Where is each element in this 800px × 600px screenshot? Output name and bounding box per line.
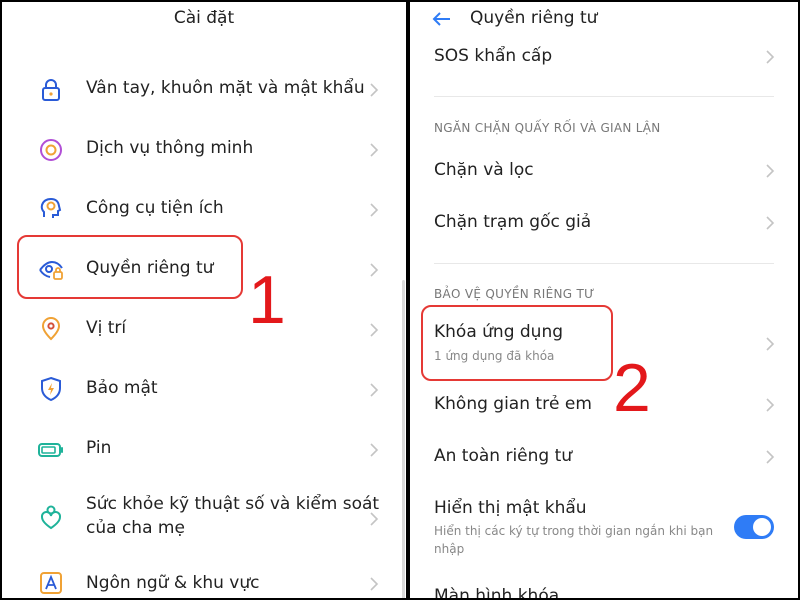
item-lock-screen[interactable]: Màn hình khóa: [410, 578, 798, 598]
settings-item-security[interactable]: Bảo mật: [2, 364, 406, 416]
chevron-right-icon: [370, 383, 379, 397]
item-label: Chặn trạm gốc giả: [434, 212, 592, 232]
highlight-box-app-lock: [421, 305, 613, 381]
chevron-right-icon: [370, 203, 379, 217]
settings-item-label: Dịch vụ thông minh: [86, 138, 254, 158]
item-label: Chặn và lọc: [434, 160, 534, 180]
settings-item-label: Vân tay, khuôn mặt và mật khẩu: [86, 78, 365, 98]
chevron-right-icon: [766, 337, 775, 351]
step-number-2: 2: [613, 350, 651, 426]
toggle-knob: [753, 518, 771, 536]
settings-item-label: Công cụ tiện ích: [86, 198, 224, 218]
item-sos[interactable]: SOS khẩn cấp: [410, 38, 798, 78]
section-header: BẢO VỆ QUYỀN RIÊNG TƯ: [434, 287, 595, 301]
divider: [434, 96, 774, 97]
item-label: An toàn riêng tư: [434, 446, 573, 466]
location-pin-icon: [41, 317, 61, 341]
settings-item-label: Vị trí: [86, 318, 127, 338]
scrollbar[interactable]: [402, 280, 405, 598]
shield-bolt-icon: [41, 376, 61, 402]
settings-item-label: Pin: [86, 438, 112, 458]
settings-item-smart-service[interactable]: Dịch vụ thông minh: [2, 124, 406, 176]
item-subtitle-line2: nhập: [434, 542, 465, 556]
divider: [434, 263, 774, 264]
lock-icon: [42, 79, 60, 101]
settings-panel: Cài đặt Vân tay, khuôn mặt và mật khẩu D…: [2, 2, 406, 598]
language-icon: [40, 572, 62, 594]
back-arrow-icon[interactable]: [430, 7, 454, 31]
page-title: Quyền riêng tư: [470, 8, 598, 28]
smart-service-icon: [40, 139, 62, 161]
settings-item-battery[interactable]: Pin: [2, 424, 406, 476]
settings-item-location[interactable]: Vị trí: [2, 304, 406, 356]
chevron-right-icon: [370, 263, 379, 277]
settings-item-fingerprint[interactable]: Vân tay, khuôn mặt và mật khẩu: [2, 64, 406, 116]
page-title: Cài đặt: [173, 8, 235, 28]
chevron-right-icon: [766, 398, 775, 412]
item-label: Không gian trẻ em: [434, 394, 592, 414]
chevron-right-icon: [766, 216, 775, 230]
item-block-fake-station[interactable]: Chặn trạm gốc giả: [410, 204, 798, 244]
highlight-box-privacy: [17, 235, 243, 299]
settings-item-label-line2: của cha mẹ: [86, 518, 185, 538]
chevron-right-icon: [370, 512, 379, 526]
item-privacy-safety[interactable]: An toàn riêng tư: [410, 438, 798, 478]
tools-icon: [40, 197, 62, 218]
chevron-right-icon: [370, 443, 379, 457]
chevron-right-icon: [370, 143, 379, 157]
settings-item-label: Bảo mật: [86, 378, 158, 398]
chevron-right-icon: [766, 450, 775, 464]
settings-item-language[interactable]: Ngôn ngữ & khu vực: [2, 564, 406, 598]
section-header: NGĂN CHẶN QUẤY RỐI VÀ GIAN LẬN: [434, 121, 661, 135]
privacy-panel: Quyền riêng tư SOS khẩn cấp NGĂN CHẶN QU…: [410, 2, 798, 598]
settings-item-label-line1: Sức khỏe kỹ thuật số và kiểm soát: [86, 494, 380, 514]
chevron-right-icon: [766, 50, 775, 64]
item-label: SOS khẩn cấp: [434, 46, 553, 66]
step-number-1: 1: [248, 262, 286, 338]
chevron-right-icon: [766, 164, 775, 178]
settings-item-digital-wellbeing[interactable]: Sức khỏe kỹ thuật số và kiểm soát của ch…: [2, 486, 406, 552]
settings-item-label: Ngôn ngữ & khu vực: [86, 573, 260, 593]
chevron-right-icon: [370, 323, 379, 337]
settings-item-tools[interactable]: Công cụ tiện ích: [2, 184, 406, 236]
digital-wellbeing-icon: [41, 505, 61, 530]
item-block-filter[interactable]: Chặn và lọc: [410, 152, 798, 192]
show-password-toggle[interactable]: [734, 515, 774, 539]
battery-icon: [38, 443, 63, 457]
item-show-password: Hiển thị mật khẩu Hiển thị các ký tự tro…: [410, 492, 798, 562]
item-label: Màn hình khóa: [434, 586, 560, 598]
chevron-right-icon: [370, 83, 379, 97]
item-subtitle-line1: Hiển thị các ký tự trong thời gian ngắn …: [434, 524, 714, 538]
item-label: Hiển thị mật khẩu: [434, 498, 587, 518]
chevron-right-icon: [370, 577, 379, 591]
item-kids-space[interactable]: Không gian trẻ em: [410, 386, 798, 426]
